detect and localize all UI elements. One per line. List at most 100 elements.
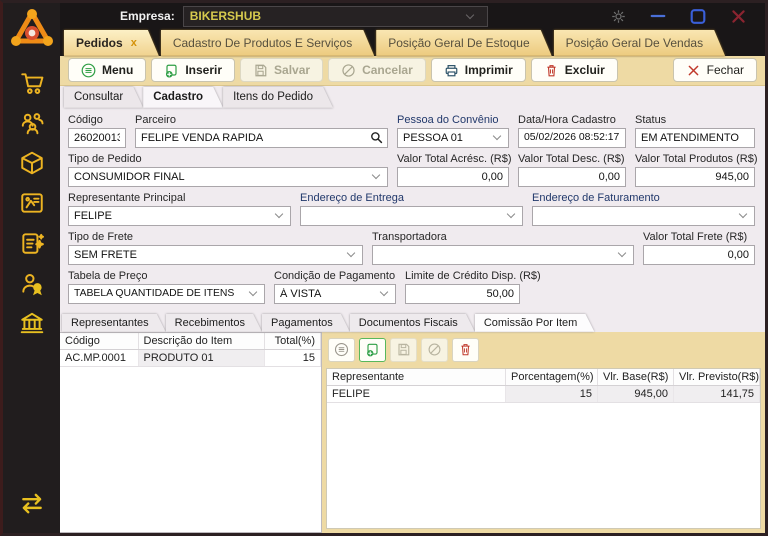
data-hora-input[interactable] — [519, 129, 625, 147]
transportadora-select[interactable] — [372, 245, 634, 265]
transportadora-label: Transportadora — [372, 231, 634, 243]
representante-select[interactable]: FELIPE — [68, 206, 291, 226]
bottom-tab-label: Representantes — [71, 317, 149, 329]
subtab-label: Consultar — [74, 91, 123, 103]
tab-comissao-por-item[interactable]: Comissão Por Item — [475, 314, 595, 332]
chevron-down-icon — [618, 249, 626, 257]
close-button[interactable] — [729, 7, 747, 25]
excluir-button[interactable]: Excluir — [531, 58, 618, 82]
commission-insert-button[interactable] — [359, 338, 386, 362]
bottom-section: Representantes Recebimentos Pagamentos D… — [60, 313, 765, 533]
items-table: Código Descrição do Item Total(%) AC.MP.… — [60, 333, 321, 368]
column-header[interactable]: Vlr. Base(R$) — [598, 369, 674, 386]
column-header[interactable]: Descrição do Item — [138, 333, 265, 350]
endereco-faturamento-select[interactable] — [532, 206, 755, 226]
commission-menu-button[interactable] — [328, 338, 355, 362]
commission-cancel-button[interactable] — [421, 338, 448, 362]
column-header[interactable]: Vlr. Previsto(R$) — [674, 369, 760, 386]
tipo-pedido-select[interactable]: CONSUMIDOR FINAL — [68, 167, 388, 187]
empresa-select[interactable]: BIKERSHUB — [183, 6, 488, 27]
tipo-frete-select[interactable]: SEM FRETE — [68, 245, 363, 265]
product-cube-icon[interactable] — [17, 148, 47, 178]
tab-label: Cadastro De Produtos E Serviços — [173, 36, 352, 50]
subtab-label: Itens do Pedido — [233, 91, 313, 103]
table-row[interactable]: FELIPE 15 945,00 141,75 — [327, 386, 760, 403]
close-tab-icon[interactable]: x — [131, 37, 137, 49]
toolbar: Menu Inserir Salvar Cancelar Imprimir Ex… — [60, 56, 765, 86]
codigo-input[interactable] — [69, 129, 125, 147]
tabela-preco-select[interactable]: TABELA QUANTIDADE DE ITENS — [68, 284, 265, 304]
maximize-button[interactable] — [689, 7, 707, 25]
chevron-down-icon — [507, 210, 515, 218]
menu-button[interactable]: Menu — [68, 58, 146, 82]
settings-gear-icon[interactable] — [609, 7, 627, 25]
cancel-icon — [427, 342, 442, 357]
column-header[interactable]: Código — [60, 333, 138, 350]
subtab-itens-pedido[interactable]: Itens do Pedido — [223, 87, 333, 108]
condicao-pagamento-value: Á VISTA — [275, 288, 381, 300]
bank-icon[interactable] — [17, 308, 47, 338]
app-logo-icon — [10, 7, 54, 53]
commission-save-button[interactable] — [390, 338, 417, 362]
tab-representantes[interactable]: Representantes — [62, 314, 166, 332]
representative-badge-icon[interactable] — [17, 268, 47, 298]
parceiro-label: Parceiro — [135, 114, 388, 126]
tab-label: Posição Geral De Estoque — [388, 36, 529, 50]
bottom-tab-label: Pagamentos — [271, 317, 333, 329]
tab-posicao-estoque[interactable]: Posição Geral De Estoque — [376, 30, 551, 56]
media-card-icon[interactable] — [17, 188, 47, 218]
imprimir-button-label: Imprimir — [465, 63, 513, 77]
condicao-pagamento-select[interactable]: Á VISTA — [274, 284, 396, 304]
endereco-entrega-label: Endereço de Entrega — [300, 192, 523, 204]
salvar-button[interactable]: Salvar — [240, 58, 323, 82]
endereco-entrega-select[interactable] — [300, 206, 523, 226]
chevron-down-icon — [380, 288, 388, 296]
people-group-icon[interactable] — [17, 108, 47, 138]
subtab-consultar[interactable]: Consultar — [64, 87, 143, 108]
item-codigo-cell: AC.MP.0001 — [60, 350, 138, 367]
data-hora-label: Data/Hora Cadastro — [518, 114, 626, 126]
condicao-pagamento-field: Condição de Pagamento Á VISTA — [274, 270, 396, 304]
commission-delete-button[interactable] — [452, 338, 479, 362]
parceiro-input[interactable] — [136, 129, 367, 147]
tab-pedidos[interactable]: Pedidos x — [64, 30, 159, 56]
tab-posicao-vendas[interactable]: Posição Geral De Vendas — [554, 30, 725, 56]
commission-panel: Representante Porcentagem(%) Vlr. Base(R… — [322, 332, 765, 533]
tabela-preco-label: Tabela de Preço — [68, 270, 265, 282]
cart-icon[interactable] — [17, 68, 47, 98]
chevron-down-icon — [347, 249, 355, 257]
imprimir-button[interactable]: Imprimir — [431, 58, 526, 82]
valor-acresc-input[interactable] — [398, 168, 508, 186]
commission-representante-cell: FELIPE — [327, 386, 506, 403]
pessoa-convenio-select[interactable]: PESSOA 01 — [397, 128, 509, 148]
subtab-cadastro[interactable]: Cadastro — [143, 87, 223, 108]
valor-desc-input[interactable] — [519, 168, 625, 186]
minimize-button[interactable] — [649, 7, 667, 25]
table-row[interactable]: AC.MP.0001 PRODUTO 01 15 — [60, 350, 321, 367]
representante-label: Representante Principal — [68, 192, 291, 204]
order-clipboard-icon[interactable] — [17, 228, 47, 258]
column-header[interactable]: Porcentagem(%) — [506, 369, 598, 386]
fechar-button-label: Fechar — [707, 63, 744, 77]
tab-cadastro-produtos[interactable]: Cadastro De Produtos E Serviços — [161, 30, 374, 56]
order-form: Código Parceiro Pessoa do Convênio — [60, 108, 765, 313]
valor-produtos-input[interactable] — [636, 168, 754, 186]
tab-pagamentos[interactable]: Pagamentos — [262, 314, 350, 332]
search-icon[interactable] — [367, 129, 387, 147]
tab-recebimentos[interactable]: Recebimentos — [166, 314, 262, 332]
insert-icon — [365, 342, 380, 357]
cancelar-button[interactable]: Cancelar — [328, 58, 426, 82]
pessoa-convenio-label: Pessoa do Convênio — [397, 114, 509, 126]
inserir-button[interactable]: Inserir — [151, 58, 235, 82]
valor-frete-input[interactable] — [644, 246, 754, 264]
status-input[interactable] — [636, 129, 754, 147]
transfer-arrows-icon[interactable] — [17, 488, 47, 518]
limite-credito-input[interactable] — [406, 285, 519, 303]
fechar-button[interactable]: Fechar — [673, 58, 757, 82]
tab-documentos-fiscais[interactable]: Documentos Fiscais — [350, 314, 475, 332]
column-header[interactable]: Representante — [327, 369, 506, 386]
tipo-frete-value: SEM FRETE — [69, 249, 348, 261]
insert-icon — [164, 63, 179, 78]
column-header[interactable]: Total(%) — [265, 333, 321, 350]
inserir-button-label: Inserir — [185, 63, 222, 77]
